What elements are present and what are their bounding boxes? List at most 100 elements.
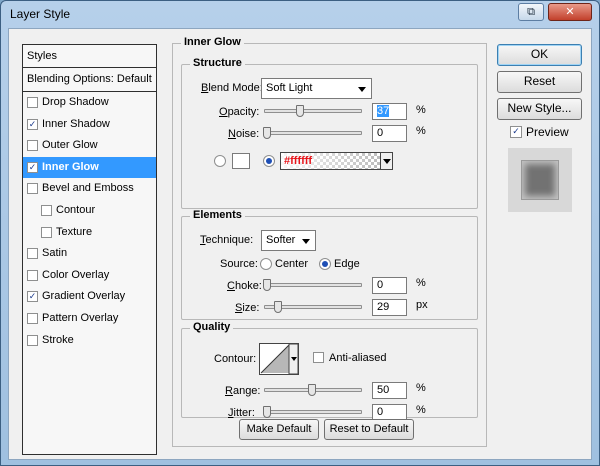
restore-icon: ⧉ [527, 6, 535, 18]
jitter-label: Jitter: [228, 407, 255, 419]
reset-button[interactable]: Reset [497, 71, 582, 93]
jitter-slider[interactable] [264, 410, 362, 414]
style-item-checkbox[interactable] [41, 204, 52, 216]
style-item-texture[interactable]: Texture [23, 222, 156, 244]
style-item-checkbox[interactable] [27, 97, 38, 108]
style-item-pattern-overlay[interactable]: Pattern Overlay [23, 308, 156, 330]
style-item-color-overlay[interactable]: Color Overlay [23, 265, 156, 287]
style-item-stroke[interactable]: Stroke [23, 330, 156, 352]
preview-thumbnail [508, 148, 572, 212]
contour-picker[interactable] [259, 343, 299, 375]
style-item-label: Bevel and Emboss [42, 182, 134, 195]
noise-slider-handle[interactable] [263, 127, 271, 139]
range-unit: % [416, 382, 426, 394]
source-center-label: Center [275, 258, 309, 270]
jitter-slider-handle[interactable] [263, 406, 271, 418]
style-item-outer-glow[interactable]: Outer Glow [23, 135, 156, 157]
noise-slider[interactable] [264, 131, 362, 135]
style-item-label: Outer Glow [42, 139, 98, 152]
style-item-label: Satin [42, 247, 68, 260]
style-item-checkbox[interactable]: ✓ [27, 118, 38, 130]
blending-options-item[interactable]: Blending Options: Default [23, 68, 156, 92]
preview-checkbox[interactable]: ✓ [510, 126, 522, 138]
source-label: Source: [220, 258, 258, 270]
technique-dropdown[interactable]: Softer [261, 230, 316, 251]
style-item-checkbox[interactable] [27, 312, 38, 324]
style-item-label: Inner Shadow [42, 117, 110, 130]
style-item-label: Gradient Overlay [42, 290, 126, 303]
choke-slider-handle[interactable] [263, 279, 271, 291]
anti-aliased-label: Anti-aliased [329, 352, 387, 364]
inner-glow-group: Inner Glow Structure Blend Mode: Soft Li… [172, 36, 487, 447]
style-item-inner-shadow[interactable]: ✓ Inner Shadow [23, 114, 156, 136]
range-input[interactable]: 50 [372, 382, 407, 399]
style-item-inner-glow[interactable]: ✓ Inner Glow [23, 156, 156, 179]
size-input[interactable]: 29 [372, 299, 407, 316]
solid-color-radio[interactable] [214, 155, 226, 167]
style-item-gradient-overlay[interactable]: ✓ Gradient Overlay [23, 286, 156, 308]
style-item-satin[interactable]: Satin [23, 243, 156, 265]
opacity-slider[interactable] [264, 109, 362, 113]
style-item-label: Stroke [42, 333, 74, 346]
style-items: Drop Shadow ✓ Inner Shadow Outer Glow ✓ Inner… [23, 92, 156, 351]
blend-mode-label: Blend Mode: [201, 82, 263, 94]
source-center-radio[interactable] [260, 258, 272, 270]
preview-label: Preview [526, 125, 569, 139]
style-item-checkbox[interactable] [27, 248, 38, 260]
style-item-checkbox[interactable] [27, 269, 38, 281]
noise-unit: % [416, 125, 426, 137]
noise-input[interactable]: 0 [372, 125, 407, 142]
style-item-bevel-and-emboss[interactable]: Bevel and Emboss [23, 178, 156, 200]
source-edge-label: Edge [334, 258, 360, 270]
dialog-client: Styles Blending Options: Default Drop Sh… [8, 28, 592, 460]
style-item-contour[interactable]: Contour [23, 200, 156, 222]
ok-button[interactable]: OK [497, 44, 582, 66]
style-item-checkbox[interactable]: ✓ [27, 161, 38, 173]
style-item-label: Contour [56, 203, 96, 216]
anti-aliased-checkbox[interactable] [313, 352, 324, 363]
styles-header[interactable]: Styles [23, 45, 156, 68]
restore-button[interactable]: ⧉ [518, 3, 544, 21]
technique-label: Technique: [200, 234, 254, 246]
style-item-label: Color Overlay [42, 268, 110, 281]
choke-unit: % [416, 277, 426, 289]
choke-slider[interactable] [264, 283, 362, 287]
style-item-checkbox[interactable] [41, 226, 52, 238]
style-item-checkbox[interactable] [27, 183, 38, 195]
range-label: Range: [225, 385, 261, 397]
style-item-checkbox[interactable]: ✓ [27, 291, 38, 303]
style-item-label: Drop Shadow [42, 96, 109, 108]
style-item-label: Inner Glow [42, 160, 99, 173]
range-slider-handle[interactable] [308, 384, 316, 396]
opacity-label: Opacity: [219, 106, 260, 118]
chevron-down-icon [358, 87, 366, 92]
make-default-button[interactable]: Make Default [239, 419, 319, 440]
source-edge-radio[interactable] [319, 258, 331, 270]
style-item-drop-shadow[interactable]: Drop Shadow [23, 92, 156, 114]
styles-list: Styles Blending Options: Default Drop Sh… [22, 44, 157, 455]
choke-input[interactable]: 0 [372, 277, 407, 294]
style-item-checkbox[interactable] [27, 334, 38, 346]
gradient-chevron-icon[interactable] [380, 153, 392, 169]
window-title: Layer Style [10, 7, 71, 21]
opacity-input[interactable]: 37 [372, 103, 407, 120]
opacity-unit: % [416, 104, 426, 116]
structure-group: Structure Blend Mode: Soft Light Opacity… [181, 57, 478, 209]
title-bar[interactable]: Layer Style ⧉ ✕ [1, 1, 599, 27]
gradient-radio[interactable] [263, 155, 275, 167]
quality-title: Quality [190, 321, 234, 333]
glow-gradient-picker[interactable]: #ffffff [280, 152, 393, 170]
close-button[interactable]: ✕ [548, 3, 592, 21]
glow-color-swatch[interactable] [232, 153, 250, 169]
elements-title: Elements [190, 209, 245, 221]
new-style-button[interactable]: New Style... [497, 98, 582, 120]
inner-glow-title: Inner Glow [181, 36, 244, 48]
style-item-checkbox[interactable] [27, 140, 38, 152]
jitter-unit: % [416, 404, 426, 416]
style-item-label: Texture [56, 225, 93, 238]
style-item-label: Pattern Overlay [42, 311, 119, 324]
size-slider-handle[interactable] [273, 301, 282, 313]
reset-to-default-button[interactable]: Reset to Default [324, 419, 414, 440]
opacity-slider-handle[interactable] [296, 105, 305, 117]
blend-mode-dropdown[interactable]: Soft Light [261, 78, 372, 99]
